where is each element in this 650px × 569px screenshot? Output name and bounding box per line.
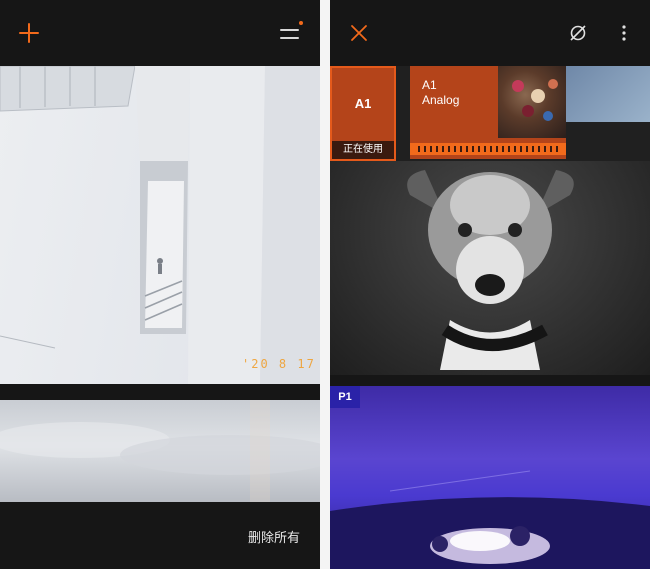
filter-name-line1: A1	[422, 78, 437, 92]
photo-campfire[interactable]	[330, 386, 650, 569]
more-vertical-icon[interactable]	[616, 23, 632, 43]
filter-name: A1 Analog	[422, 78, 459, 108]
filter-card-a1[interactable]: A1 正在使用	[330, 66, 396, 161]
empty-set-icon[interactable]	[568, 23, 588, 43]
filter-status-in-use: 正在使用	[332, 141, 394, 159]
photo-building[interactable]	[0, 66, 320, 384]
filter-name-line2: Analog	[422, 93, 460, 107]
filter-card-blue[interactable]	[566, 66, 650, 122]
close-x-icon[interactable]	[350, 24, 368, 42]
plus-icon[interactable]	[18, 22, 40, 44]
filter-name: A1	[354, 96, 372, 111]
filter-thumbnail	[498, 66, 566, 138]
delete-all-button[interactable]: 删除所有	[248, 527, 300, 546]
film-perforation-bar	[410, 143, 566, 155]
right-toolbar	[330, 0, 650, 66]
left-screen: '20 8 17 删除所有	[0, 0, 320, 569]
photo-dog[interactable]	[330, 135, 650, 375]
right-screen: A1 正在使用 A1 Analog P1	[330, 0, 650, 569]
photo-clouds[interactable]	[0, 400, 320, 502]
notification-dot	[299, 21, 303, 25]
menu-lines-icon[interactable]	[278, 20, 306, 46]
preset-badge: P1	[330, 386, 360, 408]
divider	[320, 0, 330, 569]
left-toolbar	[0, 0, 320, 66]
date-stamp: '20 8 17	[242, 357, 316, 371]
